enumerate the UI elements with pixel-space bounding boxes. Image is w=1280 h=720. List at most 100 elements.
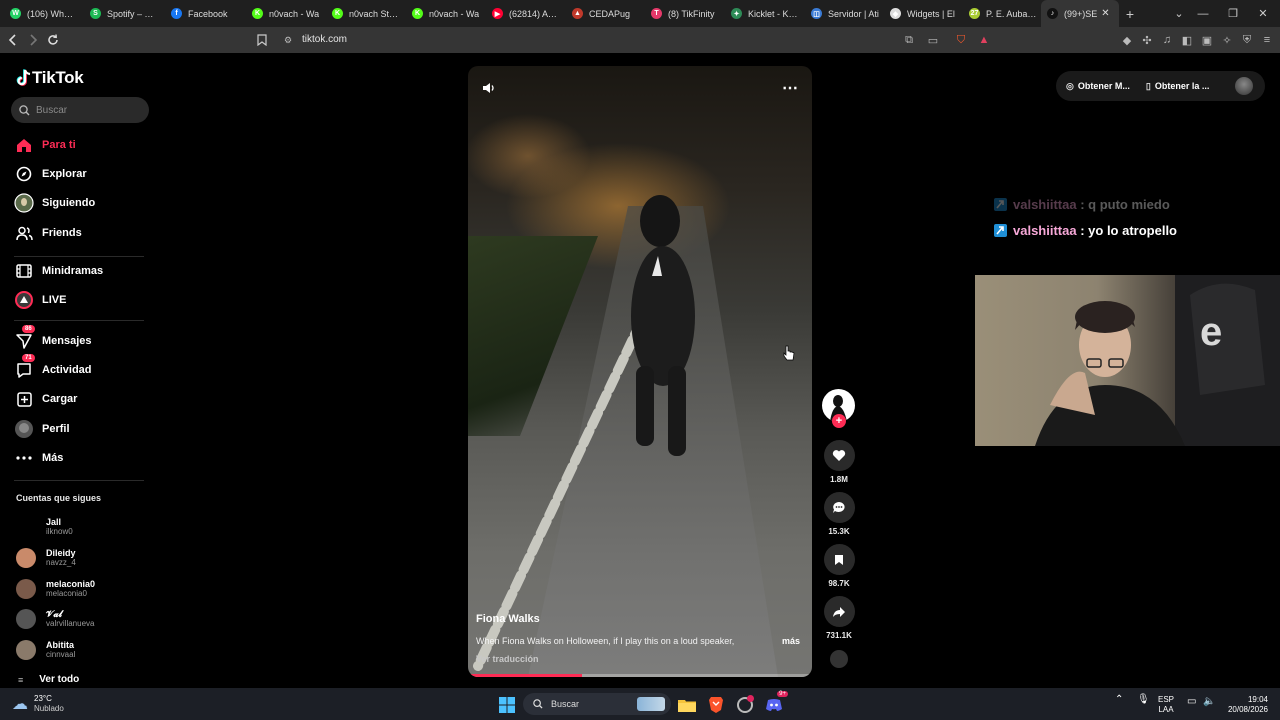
taskbar-search[interactable]: Buscar <box>523 693 671 715</box>
see-translation-link[interactable]: Ver traducción <box>476 654 539 664</box>
windows-start-icon[interactable] <box>496 694 518 716</box>
search-box[interactable] <box>11 97 149 123</box>
get-app-button[interactable]: ▯ Obtener la ... <box>1146 81 1209 92</box>
video-author-name[interactable]: Fiona Walks <box>476 613 540 625</box>
reload-button[interactable] <box>43 30 63 50</box>
browser-tab-strip: W (106) WhatsA S Spotify – Tus f Facebook Kn0v… <box>0 0 1280 27</box>
followed-account-item[interactable]: melaconia0 melaconia0 <box>16 576 95 602</box>
followed-account-item[interactable]: Jall ilknow0 <box>16 514 73 540</box>
wallet-icon[interactable]: ▣ <box>1200 33 1214 47</box>
clock[interactable]: 19:04 20/08/2026 <box>1222 695 1268 715</box>
brave-browser-icon[interactable] <box>705 694 727 716</box>
sidebar-item-explorar[interactable]: Explorar <box>14 163 87 185</box>
network-icon[interactable]: ▭ <box>1187 697 1196 707</box>
account-avatar <box>16 548 36 568</box>
browser-tab[interactable]: ◫ Servidor | Ati <box>805 0 885 27</box>
tab-title: (62814) Aven <box>509 8 560 19</box>
menu-icon[interactable]: ≡ <box>1260 33 1274 47</box>
browser-tab[interactable]: S Spotify – Tus <box>84 0 164 27</box>
mouse-pointer-icon <box>783 345 795 364</box>
media-icon[interactable]: ♫ <box>1160 33 1174 47</box>
discord-icon[interactable]: 9+ <box>763 691 788 716</box>
tab-title: Servidor | Ati <box>828 8 879 19</box>
close-window-button[interactable]: ✕ <box>1248 0 1278 27</box>
weather-widget[interactable]: ☁ 23°C Nublado <box>12 694 64 714</box>
new-tab-button[interactable]: + <box>1119 6 1141 22</box>
cast-icon[interactable]: ▭ <box>926 33 940 47</box>
reload-icon <box>48 34 58 45</box>
file-explorer-icon[interactable] <box>676 694 698 716</box>
browser-tab[interactable]: ◆ Widgets | El <box>884 0 964 27</box>
sidebar-item-mensajes[interactable]: 86 Mensajes <box>14 325 92 352</box>
microphone-icon[interactable]: 🎙 <box>1137 695 1150 705</box>
tiktok-wordmark: TikTok <box>32 68 84 87</box>
brave-shield-icon[interactable]: ⛉ <box>954 33 968 47</box>
sidebar-item-siguiendo[interactable]: Siguiendo <box>14 192 95 214</box>
browser-tab[interactable]: Kn0vach Strea <box>326 0 406 27</box>
nav-divider <box>14 480 144 481</box>
site-settings-icon[interactable]: ⚙ <box>281 33 295 47</box>
sidebar-item-para-ti[interactable]: Para ti <box>14 134 76 156</box>
bookmark-icon[interactable] <box>255 33 269 47</box>
browser-tab[interactable]: ✦ Kicklet - Kick <box>725 0 805 27</box>
save-action[interactable]: 98.7K <box>823 544 855 588</box>
leo-ai-icon[interactable]: ✧ <box>1220 33 1234 47</box>
see-more-link[interactable]: más <box>782 636 800 646</box>
mute-toggle[interactable] <box>478 78 498 98</box>
sidebar-item-cargar[interactable]: Cargar <box>14 388 77 410</box>
account-avatar <box>16 517 36 537</box>
browser-tab[interactable]: Kn0vach - Wa <box>406 0 486 27</box>
like-count: 1.8M <box>830 475 848 484</box>
tiktok-logo[interactable]: TikTok <box>16 68 84 88</box>
sidebar-item-perfil[interactable]: Perfil <box>14 418 70 440</box>
follow-plus-button[interactable]: + <box>832 414 846 428</box>
followed-account-item[interactable]: 𝓥𝓪𝓵 valrvillanueva <box>16 606 94 632</box>
video-progress-bar[interactable] <box>468 674 812 677</box>
browser-tab[interactable]: T (8) TikFinity <box>645 0 725 27</box>
extensions-icon[interactable]: ✣ <box>1140 33 1154 47</box>
vpn-icon[interactable]: ⛨ <box>1240 33 1254 47</box>
url-text[interactable]: tiktok.com <box>302 34 347 45</box>
see-all-button[interactable]: ≡ Ver todo <box>18 674 79 685</box>
sidebar-item-minidramas[interactable]: Minidramas <box>14 260 103 282</box>
video-player[interactable]: ⋯ Fiona Walks When Fiona Walks on Hollow… <box>468 66 812 677</box>
browser-tab[interactable]: ♪ (99+)SE ✕ <box>1041 0 1119 27</box>
speaker-icon[interactable]: 🔈 <box>1203 697 1215 707</box>
sidebar-item-m-s[interactable]: Más <box>14 447 63 469</box>
browser-tab[interactable]: W (106) WhatsA <box>4 0 84 27</box>
sidebar-toggle-icon[interactable]: ◧ <box>1180 33 1194 47</box>
followed-account-item[interactable]: Abitita cinnvaal <box>16 637 75 663</box>
user-avatar[interactable] <box>1235 77 1253 95</box>
comment-action[interactable]: 15.3K <box>823 492 855 536</box>
back-button[interactable] <box>3 30 23 50</box>
browser-tab[interactable]: Kn0vach - Wa <box>246 0 326 27</box>
share-action[interactable]: 731.1K <box>823 596 855 640</box>
sidebar-item-live[interactable]: LIVE <box>14 289 66 311</box>
more-options-icon[interactable]: ⋯ <box>780 78 800 98</box>
language-indicator[interactable]: ESP LAA <box>1158 695 1174 715</box>
sidebar-item-actividad[interactable]: 71 Actividad <box>14 354 92 381</box>
app-notification-icon[interactable] <box>734 694 756 716</box>
forward-button[interactable] <box>23 30 43 50</box>
close-tab-icon[interactable]: ✕ <box>1101 8 1109 19</box>
browser-tab[interactable]: ▲ CEDAPug <box>566 0 646 27</box>
wallet-diamond-icon[interactable]: ◆ <box>1120 33 1134 47</box>
tab-favicon-icon: 27 <box>969 8 980 19</box>
browser-tab[interactable]: 27 P. E. Aubame <box>963 0 1043 27</box>
chat-separator: : <box>1076 223 1089 238</box>
tab-title: Facebook <box>188 8 228 19</box>
translate-icon[interactable]: ⧉ <box>902 33 916 47</box>
maximize-button[interactable]: ❐ <box>1218 0 1248 27</box>
tab-favicon-icon: ◆ <box>890 8 901 19</box>
followed-account-item[interactable]: Dileidy navzz_4 <box>16 545 76 571</box>
sidebar-item-friends[interactable]: Friends <box>14 222 82 244</box>
browser-tab[interactable]: f Facebook <box>165 0 245 27</box>
brave-rewards-icon[interactable]: ▲ <box>977 33 991 47</box>
search-input[interactable] <box>36 104 136 116</box>
like-action[interactable]: 1.8M <box>823 440 855 484</box>
browser-tab[interactable]: ▶ (62814) Aven <box>486 0 566 27</box>
get-coins-button[interactable]: ◎ Obtener M... <box>1066 81 1130 92</box>
minimize-button[interactable]: — <box>1188 0 1218 27</box>
tray-chevron-icon[interactable]: ⌃ <box>1115 695 1123 705</box>
music-disc-icon[interactable] <box>830 650 848 668</box>
